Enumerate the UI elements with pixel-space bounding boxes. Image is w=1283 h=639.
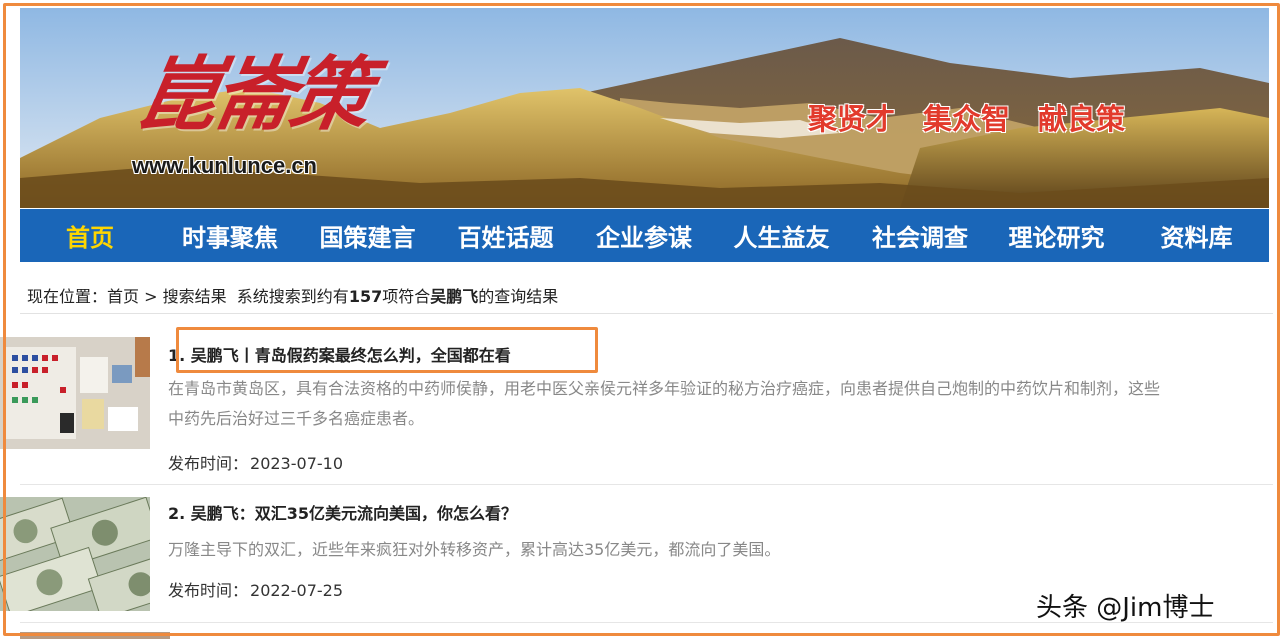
- breadcrumb-home-link[interactable]: 首页: [107, 287, 139, 306]
- slogan-2: 集众智: [923, 102, 1011, 136]
- nav-item-social-survey[interactable]: 社会调查: [851, 218, 989, 253]
- result-thumbnail-medicine[interactable]: [0, 337, 150, 449]
- nav-item-public-topics[interactable]: 百姓话题: [435, 218, 576, 253]
- result-thumbnail-dollars[interactable]: [0, 497, 150, 611]
- nav-item-current-affairs[interactable]: 时事聚焦: [160, 218, 300, 253]
- search-summary-pre: 系统搜索到约有: [236, 287, 349, 306]
- date-value: 2022-07-25: [250, 581, 343, 600]
- site-url-text: www.kunlunce.cn: [132, 153, 317, 178]
- breadcrumb-prefix: 现在位置：: [27, 287, 108, 306]
- result-title-2[interactable]: 2. 吴鹏飞：双汇35亿美元流向美国，你怎么看？: [168, 500, 517, 524]
- date-value: 2023-07-10: [250, 454, 343, 473]
- breadcrumb-separator: >: [139, 287, 163, 306]
- watermark-text: 头条 @Jim博士: [1036, 593, 1215, 623]
- divider: [20, 313, 1273, 314]
- result-thumbnail-partial[interactable]: [20, 632, 170, 639]
- slogan-1: 聚贤才: [808, 102, 896, 136]
- breadcrumb-current: 搜索结果: [162, 287, 227, 306]
- search-summary-post: 的查询结果: [478, 287, 559, 306]
- nav-item-policy-advice[interactable]: 国策建言: [300, 218, 435, 253]
- date-label: 发布时间：: [168, 581, 249, 600]
- result-desc-1-line-2: 中药先后治好过三千多名癌症患者。: [168, 409, 425, 428]
- nav-item-home[interactable]: 首页: [20, 218, 160, 253]
- nav-item-life-friend[interactable]: 人生益友: [712, 218, 851, 253]
- search-summary-mid: 项符合: [382, 287, 431, 306]
- result-count: 157: [348, 287, 383, 306]
- banner-slogans: 聚贤才 集众智 献良策: [808, 96, 1125, 138]
- result-date-1: 发布时间： 2023-07-10: [168, 450, 343, 474]
- result-desc-2-line-1: 万隆主导下的双汇，近些年来疯狂对外转移资产，累计高达35亿美元，都流向了美国。: [168, 540, 781, 559]
- search-keyword: 吴鹏飞: [430, 287, 479, 306]
- nav-item-database[interactable]: 资料库: [1124, 218, 1269, 253]
- result-desc-1-line-1: 在青岛市黄岛区，具有合法资格的中药师侯静，用老中医父亲侯元祥多年验证的秘方治疗癌…: [168, 379, 1161, 398]
- site-banner: 崑崙策 www.kunlunce.cn 聚贤才 集众智 献良策: [20, 8, 1269, 208]
- site-logo[interactable]: 崑崙策: [130, 30, 378, 146]
- result-date-2: 发布时间： 2022-07-25: [168, 577, 343, 601]
- breadcrumb: 现在位置：首页 > 搜索结果 系统搜索到约有157项符合吴鹏飞的查询结果: [27, 283, 558, 307]
- main-nav: 首页 时事聚焦 国策建言 百姓话题 企业参谋 人生益友 社会调查 理论研究 资料…: [20, 209, 1269, 262]
- nav-item-theory-research[interactable]: 理论研究: [989, 218, 1124, 253]
- date-label: 发布时间：: [168, 454, 249, 473]
- slogan-3: 献良策: [1038, 102, 1126, 136]
- nav-item-enterprise-advisor[interactable]: 企业参谋: [576, 218, 712, 253]
- result-divider: [20, 484, 1273, 485]
- result-title-1[interactable]: 1. 吴鹏飞丨青岛假药案最终怎么判，全国都在看: [168, 342, 511, 366]
